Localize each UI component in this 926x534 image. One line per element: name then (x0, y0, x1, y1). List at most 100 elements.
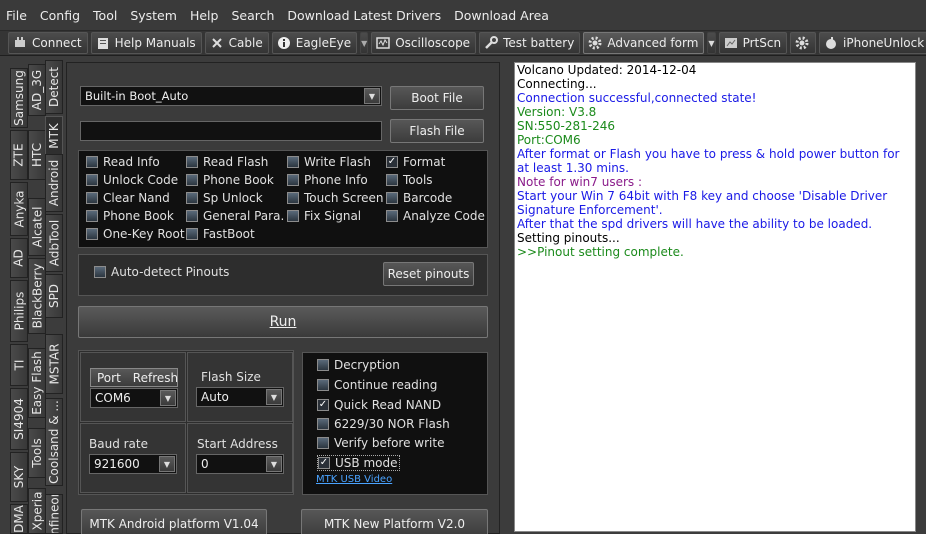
eagleeye-label: EagleEye (295, 36, 352, 50)
flag-usb-mode[interactable]: ✓ USB mode (317, 455, 401, 471)
option-format[interactable]: ✓ Format (386, 155, 445, 169)
boot-select[interactable]: Built-in Boot_Auto ▼ (80, 86, 382, 106)
cable-button[interactable]: Cable (204, 32, 269, 54)
tab-samsung[interactable]: Samsung (10, 68, 28, 128)
connect-label: Connect (32, 36, 82, 50)
menu-search[interactable]: Search (231, 8, 274, 23)
tab-zte[interactable]: ZTE (10, 130, 28, 180)
flash-size-select[interactable]: Auto ▼ (196, 387, 284, 407)
flash-file-input[interactable] (80, 121, 382, 141)
tab-sky[interactable]: SKY (10, 452, 28, 502)
mtk-usb-video-link[interactable]: MTK USB Video (316, 474, 392, 485)
option-phone-book-2[interactable]: Phone Book (86, 209, 174, 223)
option-read-flash[interactable]: Read Flash (186, 155, 268, 169)
menu-file[interactable]: File (6, 8, 27, 23)
mtk-android-platform-button[interactable]: MTK Android platform V1.04 (81, 509, 267, 534)
tab-adbtool[interactable]: AdbTool (45, 214, 63, 272)
tab-coolsand[interactable]: Coolsand & ... (45, 398, 63, 486)
oscilloscope-button[interactable]: Oscilloscope (371, 32, 477, 54)
option-analyze-code[interactable]: Analyze Code (386, 209, 485, 223)
checkbox (86, 156, 98, 168)
flag-decryption[interactable]: Decryption (317, 358, 400, 372)
flag-quick-read-nand[interactable]: ✓ Quick Read NAND (317, 398, 441, 412)
tab-alcatel[interactable]: Alcatel (28, 198, 46, 256)
tab-detect[interactable]: Detect (45, 60, 63, 114)
option-one-key-root[interactable]: One-Key Root (86, 227, 185, 241)
checkbox (386, 192, 398, 204)
run-button[interactable]: Run (78, 306, 488, 338)
option-phone-info[interactable]: Phone Info (287, 173, 368, 187)
tab-philips[interactable]: Philips (10, 280, 28, 342)
tab-tools[interactable]: Tools (28, 428, 46, 478)
mtk-new-platform-button[interactable]: MTK New Platform V2.0 (301, 509, 488, 534)
tab-infineon[interactable]: Infineon (45, 494, 63, 534)
option-unlock-code[interactable]: Unlock Code (86, 173, 178, 187)
option-touch-screen[interactable]: Touch Screen (287, 191, 384, 205)
tab-htc[interactable]: HTC (28, 130, 46, 180)
flash-file-button[interactable]: Flash File (390, 119, 484, 143)
prtscn-button[interactable]: PrtScn (718, 32, 788, 54)
tab-easy-flash[interactable]: Easy Flash (28, 348, 46, 418)
flag-verify-before-write[interactable]: Verify before write (317, 436, 444, 450)
tab-blackberry[interactable]: BlackBerry (28, 258, 46, 334)
tab-label: Philips (12, 291, 26, 331)
tab-ti[interactable]: TI (10, 344, 28, 386)
checkbox (317, 437, 329, 449)
tab-si4904[interactable]: SI4904 (10, 388, 28, 450)
checkbox (86, 210, 98, 222)
test-battery-button[interactable]: Test battery (479, 32, 581, 54)
checkbox-checked: ✓ (386, 156, 398, 168)
tab-label: AD (12, 249, 27, 267)
checkbox (186, 174, 198, 186)
tab-ad[interactable]: AD (10, 238, 28, 278)
menu-config[interactable]: Config (40, 8, 80, 23)
menu-tool[interactable]: Tool (93, 8, 117, 23)
option-sp-unlock[interactable]: Sp Unlock (186, 191, 263, 205)
port-refresh-button[interactable]: Port Refresh (90, 368, 178, 387)
option-label: Quick Read NAND (334, 398, 442, 412)
reset-pinouts-button[interactable]: Reset pinouts (383, 262, 474, 286)
tab-anyka[interactable]: Anyka (10, 182, 28, 236)
menu-download-latest-drivers[interactable]: Download Latest Drivers (287, 8, 441, 23)
option-read-info[interactable]: Read Info (86, 155, 160, 169)
settings-button[interactable] (790, 32, 817, 54)
menu-help[interactable]: Help (190, 8, 219, 23)
option-label: Decryption (334, 358, 400, 372)
advanced-form-button[interactable]: Advanced form (583, 32, 705, 54)
connect-button[interactable]: Connect (8, 32, 88, 54)
option-general-para[interactable]: General Para. (186, 209, 284, 223)
log-output[interactable]: Volcano Updated: 2014-12-04 Connecting..… (514, 62, 916, 532)
tab-mtk[interactable]: MTK (45, 116, 63, 156)
help-manuals-button[interactable]: Help Manuals (90, 32, 202, 54)
start-address-select[interactable]: 0 ▼ (196, 454, 284, 474)
boot-file-button[interactable]: Boot File (390, 86, 484, 110)
log-line: Version: V3.8 (517, 105, 597, 119)
auto-detect-pinouts[interactable]: Auto-detect Pinouts (94, 265, 229, 279)
tab-mstar[interactable]: MSTAR (45, 334, 63, 394)
option-write-flash[interactable]: Write Flash (287, 155, 371, 169)
option-tools[interactable]: Tools (386, 173, 433, 187)
checkbox (287, 156, 299, 168)
option-fastboot[interactable]: FastBoot (186, 227, 255, 241)
tab-dma[interactable]: DMA (10, 504, 28, 534)
iphoneunlock-button[interactable]: iPhoneUnlock (819, 32, 926, 54)
flag-6229-nor-flash[interactable]: 6229/30 NOR Flash (317, 417, 450, 431)
option-fix-signal[interactable]: Fix Signal (287, 209, 361, 223)
baud-rate-select[interactable]: 921600 ▼ (89, 454, 177, 474)
menu-download-area[interactable]: Download Area (454, 8, 549, 23)
eagleeye-button[interactable]: EagleEye (271, 32, 358, 54)
flag-continue-reading[interactable]: Continue reading (317, 378, 437, 392)
option-phone-book[interactable]: Phone Book (186, 173, 274, 187)
option-barcode[interactable]: Barcode (386, 191, 452, 205)
port-select[interactable]: COM6 ▼ (90, 388, 178, 408)
refresh-label[interactable]: Refresh (127, 371, 184, 385)
tab-xperia[interactable]: Xperia (28, 488, 46, 534)
tab-spd[interactable]: SPD (45, 274, 63, 318)
advanced-form-dropdown[interactable]: ▼ (707, 32, 716, 54)
tab-android[interactable]: Android (45, 154, 63, 212)
eagleeye-dropdown[interactable]: ▼ (360, 32, 369, 54)
tab-ad-3g[interactable]: AD_3G (28, 64, 46, 116)
checkbox (287, 210, 299, 222)
menu-system[interactable]: System (130, 8, 177, 23)
option-clear-nand[interactable]: Clear Nand (86, 191, 170, 205)
